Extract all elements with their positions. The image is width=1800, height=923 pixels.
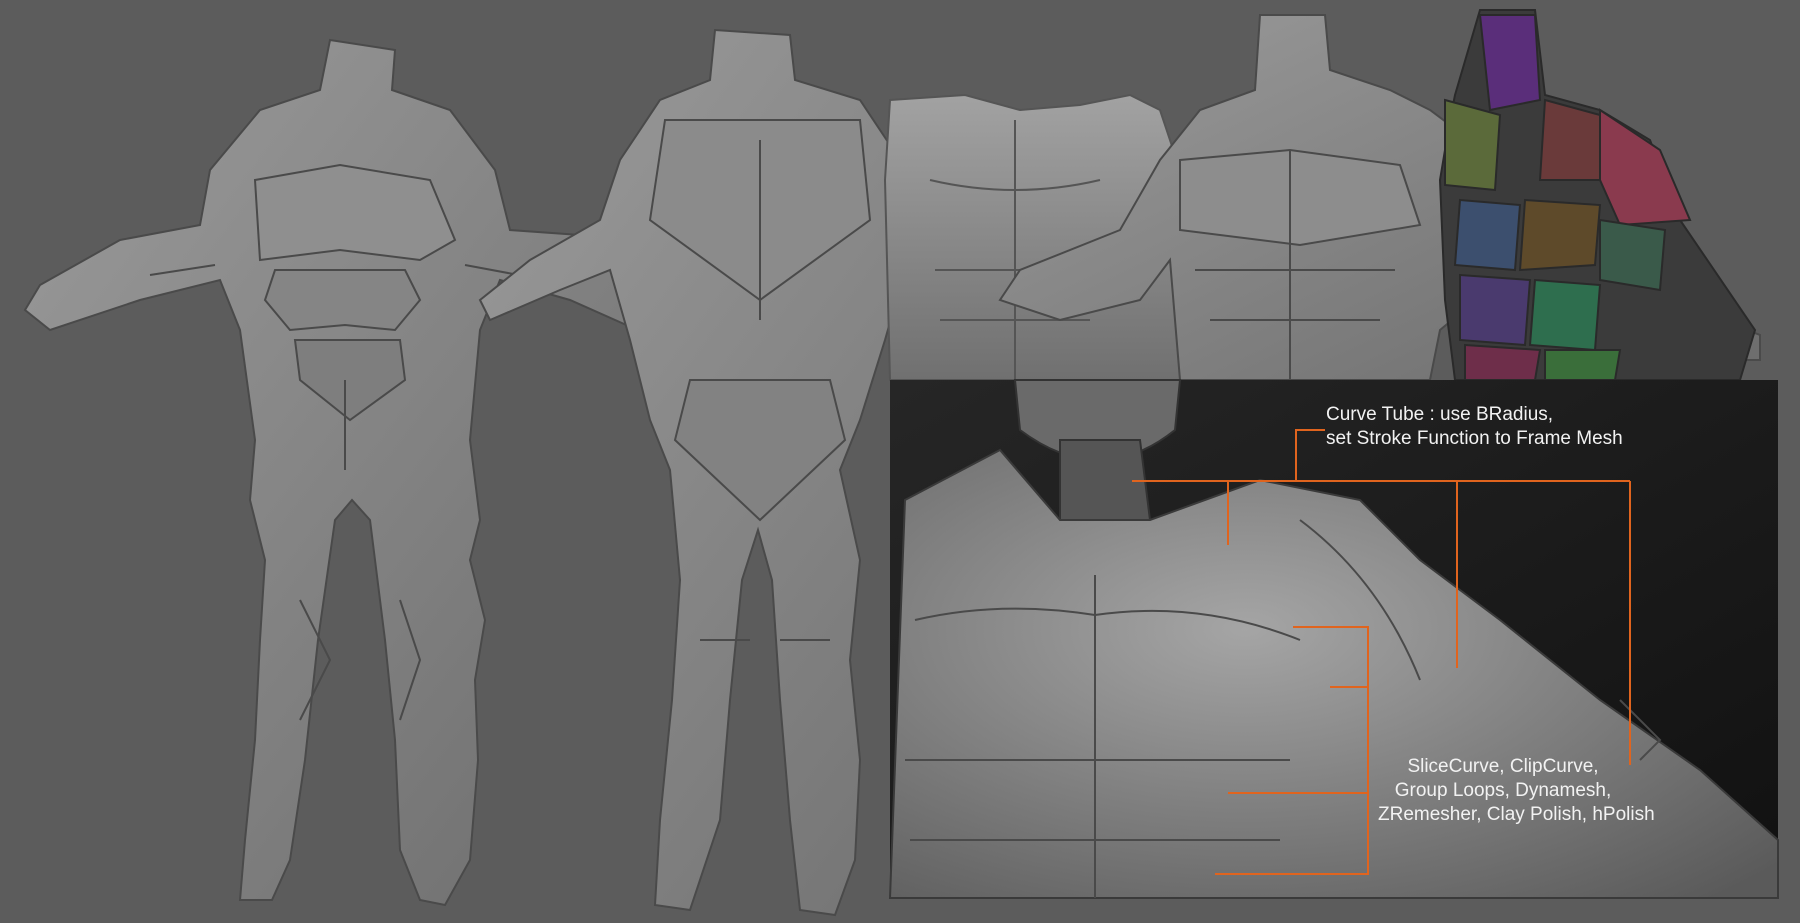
curve-tube-line-2: set Stroke Function to Frame Mesh [1326, 428, 1623, 449]
slice-tools-line-2: Group Loops, Dynamesh, [1394, 780, 1612, 801]
curve-tube-line-1: Curve Tube : use BRadius, [1326, 404, 1554, 425]
slice-tools-line-3: ZRemesher, Clay Polish, hPolish [1378, 804, 1655, 825]
front-full-body-model [23, 38, 682, 907]
slice-tools-annotation: SliceCurve, ClipCurve, Group Loops, Dyna… [1378, 755, 1655, 827]
curve-tube-annotation: Curve Tube : use BRadius, set Stroke Fun… [1326, 403, 1623, 451]
polypaint-torso-model [1438, 9, 1757, 381]
slice-tools-line-1: SliceCurve, ClipCurve, [1407, 756, 1599, 777]
